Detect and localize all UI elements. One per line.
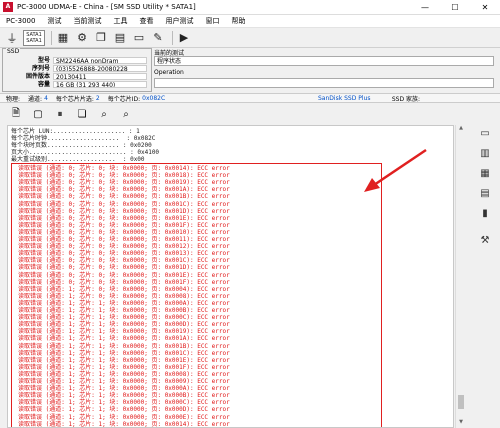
operation-field [154,78,494,88]
page-icon[interactable]: ▭ [477,128,493,142]
menu-window[interactable]: 窗口 [205,16,219,26]
toolbar-divider [172,30,173,45]
ssd-model-value: SM2246AA nonDram [53,57,147,64]
minimize-button[interactable]: — [410,0,440,15]
ssd-firmware-label: 固件版本 [25,73,50,80]
ssd-serial-row: 序列号 (03)5526888-20080228 [7,65,147,72]
app-logo-icon: A [3,2,13,12]
pause-icon[interactable]: ⏸ [52,106,68,122]
sata-port-button[interactable]: SATA1 SATA1 [23,29,45,46]
right-sidebar: ▭ ▥ ▦ ▤ ▮ ⚒ [470,120,500,428]
ssd-capacity-value: 16 GB (31 293 440) [53,81,147,88]
close-button[interactable]: ✕ [470,0,500,15]
folder-icon[interactable]: ▭ [131,30,147,46]
title-bar: A PC-3000 UDMA-E - China - [SM SSD Utili… [0,0,500,15]
ssd-capacity-row: 容量 16 GB (31 293 440) [7,81,147,88]
log-header-line: 最大重试级别................... : 0x00 [11,156,145,163]
current-test-field: 程序状态 [154,56,494,66]
sata-bottom-label: SATA1 [26,37,42,44]
chip-id-label: 每个芯片ID: [107,95,141,103]
error-highlight-box: 读取错误 (通道: 0; 芯片: 0; 块: 0x0000; 页: 0x0014… [11,163,382,428]
tools-icon[interactable]: ⚒ [477,235,493,249]
scroll-thumb[interactable] [458,395,464,409]
ssd-model-label: 型号 [37,57,50,64]
ssd-firmware-value: 20130411 [53,73,147,80]
operation-label: Operation [154,69,184,76]
window-title: PC-3000 UDMA-E - China - [SM SSD Utility… [17,3,196,11]
edit-icon[interactable]: ✎ [150,30,166,46]
marker-icon[interactable]: ▮ [477,208,493,222]
maximize-button[interactable]: ☐ [440,0,470,15]
plug-icon[interactable]: ⏚ [4,30,20,46]
grid-icon[interactable]: ▦ [477,168,493,182]
save-log-icon[interactable]: 🗎 [8,106,24,122]
menu-test[interactable]: 测试 [47,16,61,26]
menu-bar: PC-3000 测试 当前测试 工具 查看 用户测试 窗口 帮助 [0,15,500,28]
ssd-capacity-label: 容量 [37,81,50,88]
find-next-icon[interactable]: ⌕ [118,106,134,122]
chip-id-value: 0x082C [142,94,166,102]
channel-label: 通道: [28,95,43,103]
find-icon[interactable]: ⌕ [96,106,112,122]
table-icon[interactable]: ▤ [477,188,493,202]
ssd-model-row: 型号 SM2246AA nonDram [7,57,147,64]
menu-pc3000[interactable]: PC-3000 [6,17,35,25]
documents-icon[interactable]: ❐ [93,30,109,46]
menu-tools[interactable]: 工具 [113,16,127,26]
settings-gear-icon[interactable]: ⚙ [74,30,90,46]
annotation-arrow-icon [364,148,427,192]
ssd-firmware-row: 固件版本 20130411 [7,73,147,80]
mode-label: 物理: [6,95,21,103]
open-log-icon[interactable]: ▢ [30,106,46,122]
scroll-up-icon[interactable]: ▲ [456,125,466,133]
test-status-panel: 当前的测试 程序状态 Operation [152,48,498,92]
scroll-down-icon[interactable]: ▼ [456,419,466,427]
ssd-info-panel: SSD 型号 SM2246AA nonDram 序列号 (03)5526888-… [2,48,152,92]
log-header-line: 每个芯片 LUN:.................... : 1 [11,128,140,135]
ssd-family-value: SanDisk SSD Plus [318,94,371,102]
log-header-line: 每个块时页数.................... : 0x0200 [11,142,152,149]
menu-user-test[interactable]: 用户测试 [165,16,193,26]
device-status-bar: 物理: 通道: 4 每个芯片片选: 2 每个芯片ID: 0x082C SSD 家… [0,93,500,103]
toolbar-divider [51,30,52,45]
main-toolbar: ⏚ SATA1 SATA1 ▦ ⚙ ❐ ▤ ▭ ✎ ▶ [0,28,500,48]
ssd-serial-label: 序列号 [31,65,50,72]
menu-current-test[interactable]: 当前测试 [73,16,101,26]
log-header-line: 页大小........................... : 0x4100 [11,149,160,156]
chip-select-value: 2 [95,94,100,102]
copy-icon[interactable]: ❏ [74,106,90,122]
ssd-section-title: SSD [6,48,21,55]
clipboard-icon[interactable]: ▤ [112,30,128,46]
chip-select-label: 每个芯片片选: [55,95,94,103]
play-icon[interactable]: ▶ [176,30,192,46]
log-error-line: 读取错误 (通道: 1; 芯片: 1; 块: 0x0000; 页: 0x0014… [18,420,230,428]
log-toolbar: 🗎 ▢ ⏸ ❏ ⌕ ⌕ [0,103,470,125]
menu-view[interactable]: 查看 [139,16,153,26]
log-scrollbar[interactable]: ▲ ▼ [455,125,465,428]
chart-icon[interactable]: ▥ [477,148,493,162]
ssd-serial-value: (03)5526888-20080228 [53,65,147,72]
ssd-family-label: SSD 家族: [391,95,420,103]
menu-help[interactable]: 帮助 [231,16,245,26]
chip-icon[interactable]: ▦ [55,30,71,46]
channel-value: 4 [44,94,48,102]
log-header-line: 每个芯片时钟.................... : 0x082C [11,135,156,142]
